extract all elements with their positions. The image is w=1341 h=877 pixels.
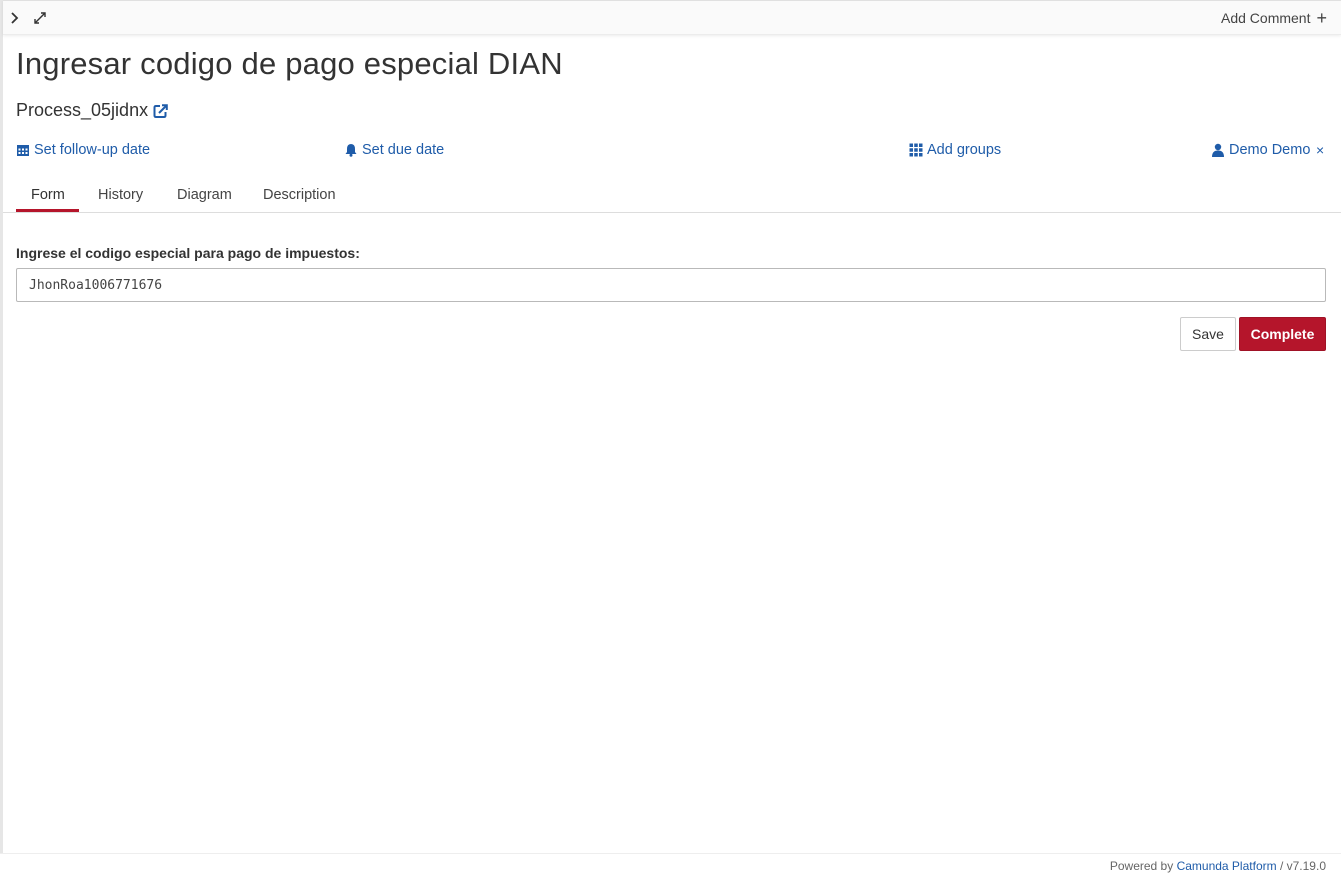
version-label: v7.19.0 — [1286, 859, 1326, 873]
chevron-right-icon[interactable] — [7, 10, 21, 26]
active-tab-indicator — [16, 209, 79, 212]
add-groups-button[interactable]: Add groups — [909, 142, 1001, 158]
follow-up-label: Set follow-up date — [34, 142, 151, 158]
task-tabs: Form History Diagram Description — [3, 180, 1341, 213]
task-panel: Add Comment + Ingresar codigo de pago es… — [0, 0, 1341, 853]
powered-by-label: Powered by — [1109, 859, 1174, 873]
tab-history[interactable]: History — [98, 187, 143, 203]
footer-separator: / — [1276, 859, 1287, 873]
task-toolbar: Add Comment + — [3, 0, 1341, 35]
bell-icon — [344, 143, 358, 157]
close-icon[interactable]: × — [1316, 142, 1324, 158]
add-groups-label: Add groups — [927, 142, 1002, 158]
task-title: Ingresar codigo de pago especial DIAN — [16, 46, 563, 81]
complete-button[interactable]: Complete — [1239, 317, 1326, 351]
external-link-icon[interactable] — [153, 103, 168, 118]
code-input[interactable] — [16, 268, 1326, 302]
tab-form[interactable]: Form — [31, 187, 65, 203]
assignee-button[interactable]: Demo Demo — [1211, 142, 1310, 158]
set-follow-up-date-button[interactable]: Set follow-up date — [16, 142, 150, 158]
footer: Powered by Camunda Platform / v7.19.0 — [0, 853, 1341, 877]
user-icon — [1211, 143, 1225, 157]
process-name-row: Process_05jidnx — [16, 100, 168, 121]
grid-icon — [909, 143, 923, 157]
code-field-label: Ingrese el codigo especial para pago de … — [16, 245, 360, 261]
add-comment-button[interactable]: Add Comment + — [1221, 8, 1327, 28]
process-name: Process_05jidnx — [16, 100, 149, 120]
save-button[interactable]: Save — [1180, 317, 1236, 351]
set-due-date-button[interactable]: Set due date — [344, 142, 444, 158]
expand-icon[interactable] — [31, 10, 49, 26]
camunda-platform-link[interactable]: Camunda Platform — [1177, 859, 1277, 873]
tab-diagram[interactable]: Diagram — [177, 187, 232, 203]
assignee-name: Demo Demo — [1229, 142, 1311, 158]
calendar-icon — [16, 143, 30, 157]
plus-icon: + — [1316, 8, 1327, 28]
add-comment-label: Add Comment — [1221, 10, 1311, 26]
due-date-label: Set due date — [362, 142, 445, 158]
footer-text: Powered by Camunda Platform / v7.19.0 — [1110, 859, 1326, 873]
tab-description[interactable]: Description — [263, 187, 336, 203]
